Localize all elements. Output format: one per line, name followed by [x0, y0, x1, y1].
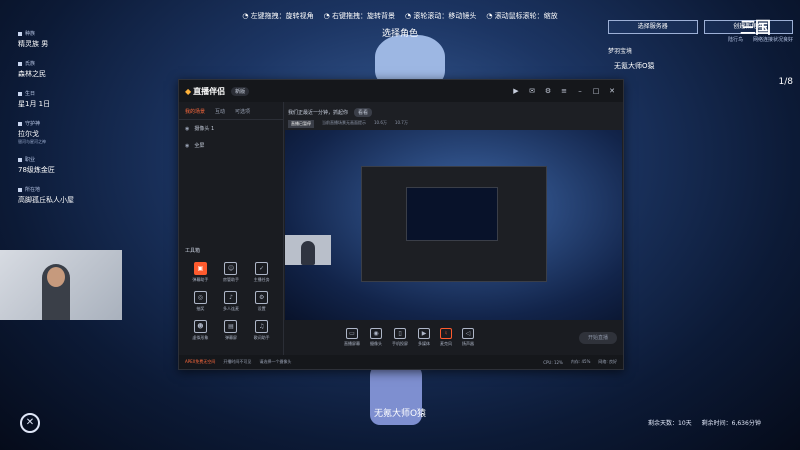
scene-item-camera[interactable]: ◉ 摄像头 1	[179, 120, 283, 137]
nested-app-window	[361, 166, 547, 282]
info-class: 职业 78级炼金匠	[18, 156, 128, 175]
source-bar: ▭ 直播屏幕 ◉ 摄像头 ▯ 手机投屏 ▶ 多媒体 ♮ 麦克风 ◁ 扬声器 开始直播	[284, 320, 623, 355]
tab-scenes[interactable]: 我的场景	[185, 108, 205, 115]
tool-danmaku[interactable]: ▣ 弹幕助手	[185, 262, 216, 283]
tab-interact[interactable]: 互动	[215, 108, 225, 115]
toolbox: ▣ 弹幕助手 ☺ 房管助手 ✓ 主播任务 ◎ 抽奖 ♪ 多人连麦 ⚙ 设置 ☻ 虚拟形象 ▤ 弹…	[185, 262, 277, 341]
stat-row: 直播已暂停 当前直播场景无画面提示 10.6万 10.7万	[284, 119, 623, 129]
app-logo: 直播伴侣	[185, 86, 225, 97]
toolbox-title: 工具箱	[185, 248, 201, 254]
tool-admin[interactable]: ☺ 房管助手	[216, 262, 247, 283]
tool-settings[interactable]: ⚙ 设置	[246, 291, 277, 312]
character-slot-name[interactable]: 无氪大师O猿	[608, 61, 793, 71]
tool-lottery[interactable]: ◎ 抽奖	[185, 291, 216, 312]
hint-4: 滚动鼠标滚轮：缩放	[486, 11, 558, 21]
info-birthday: 生日 星1月 1日	[18, 90, 128, 109]
scene-item-fullscreen[interactable]: ◉ 全屏	[179, 137, 283, 154]
status-bar: APEX免费无空间 开播时间不可见 请选择一个摄像头 CPU: 12% 内存: …	[179, 355, 623, 369]
info-race: 种族 精灵族 男	[18, 30, 128, 49]
microphone-button[interactable]: ♮ 麦克风	[440, 328, 452, 347]
camera-button[interactable]: ◉ 摄像头	[370, 328, 382, 347]
info-clan: 氏族 森林之民	[18, 60, 128, 79]
play-icon[interactable]: ▶	[511, 86, 521, 96]
info-guardian: 守护神 拉尔戈 银河与星河之神	[18, 120, 128, 145]
character-info-panel: 种族 精灵族 男 氏族 森林之民 生日 星1月 1日 守护神 拉尔戈 银河与星河之神 职业…	[18, 30, 128, 216]
minimize-icon[interactable]: –	[575, 86, 585, 96]
screen-capture-button[interactable]: ▭ 直播屏幕	[344, 328, 360, 347]
info-location: 所在地 高脚孤丘私人小屋	[18, 186, 128, 205]
tool-multi-mic[interactable]: ♪ 多人连麦	[216, 291, 247, 312]
start-live-button[interactable]: 开始直播	[579, 331, 617, 344]
tool-danmaku-screen[interactable]: ▤ 弹幕屏	[216, 320, 247, 341]
eye-icon[interactable]: ◉	[185, 126, 189, 132]
nested-preview	[406, 187, 498, 241]
tool-lyrics[interactable]: ♫ 歌词助手	[246, 320, 277, 341]
character-pager: 1/8	[778, 77, 793, 87]
notice-bar: 我们正最近一分钟，抓起你 看看	[284, 102, 623, 119]
preview-webcam	[285, 235, 331, 265]
streamer-face	[47, 267, 65, 287]
hint-3: 滚轮滚动：移动镜头	[405, 11, 476, 21]
subscription-stats: 剩余天数：10天 剩余时间：6,636分钟	[648, 418, 761, 427]
hint-1: 左键拖拽：旋转视角	[242, 11, 314, 21]
streaming-app-window: 直播伴侣 新版 ▶ ✉ ⚙ ≡ – □ ✕ 我的场景 互动 可选项 ◉摄像头 1…	[178, 79, 624, 370]
menu-icon[interactable]: ≡	[559, 86, 569, 96]
app-sidebar: 我的场景 互动 可选项 ◉ 摄像头 1 ◉ 全屏 工具箱 ▣ 弹幕助手 ☺ 房管助手 ✓…	[179, 102, 284, 355]
webcam-overlay	[0, 250, 122, 320]
game-logo: 三国	[740, 18, 771, 37]
remaining-days: 剩余天数：10天	[648, 420, 692, 427]
world-tag: 梦羽宝境	[608, 48, 633, 55]
eye-icon[interactable]: ◉	[185, 143, 189, 149]
remaining-minutes: 剩余时间：6,636分钟	[701, 420, 761, 427]
preview-area: 我们正最近一分钟，抓起你 看看 直播已暂停 当前直播场景无画面提示 10.6万 1…	[284, 102, 623, 355]
close-window-icon[interactable]: ✕	[607, 86, 617, 96]
close-icon[interactable]: ✕	[20, 413, 40, 433]
version-badge[interactable]: 新版	[231, 86, 250, 96]
tool-avatar[interactable]: ☻ 虚拟形象	[185, 320, 216, 341]
tab-options[interactable]: 可选项	[235, 108, 250, 115]
live-preview[interactable]	[285, 130, 622, 320]
settings-icon[interactable]: ⚙	[543, 86, 553, 96]
notice-tag[interactable]: 看看	[354, 108, 373, 117]
speaker-button[interactable]: ◁ 扬声器	[462, 328, 474, 347]
phone-cast-button[interactable]: ▯ 手机投屏	[392, 328, 408, 347]
message-icon[interactable]: ✉	[527, 86, 537, 96]
hint-2: 右键拖拽：旋转背景	[324, 11, 395, 21]
media-button[interactable]: ▶ 多媒体	[418, 328, 430, 347]
maximize-icon[interactable]: □	[591, 86, 601, 96]
app-titlebar: 直播伴侣 新版 ▶ ✉ ⚙ ≡ – □ ✕	[179, 80, 623, 102]
select-server-button[interactable]: 选择服务器	[608, 20, 698, 34]
tool-task[interactable]: ✓ 主播任务	[246, 262, 277, 283]
